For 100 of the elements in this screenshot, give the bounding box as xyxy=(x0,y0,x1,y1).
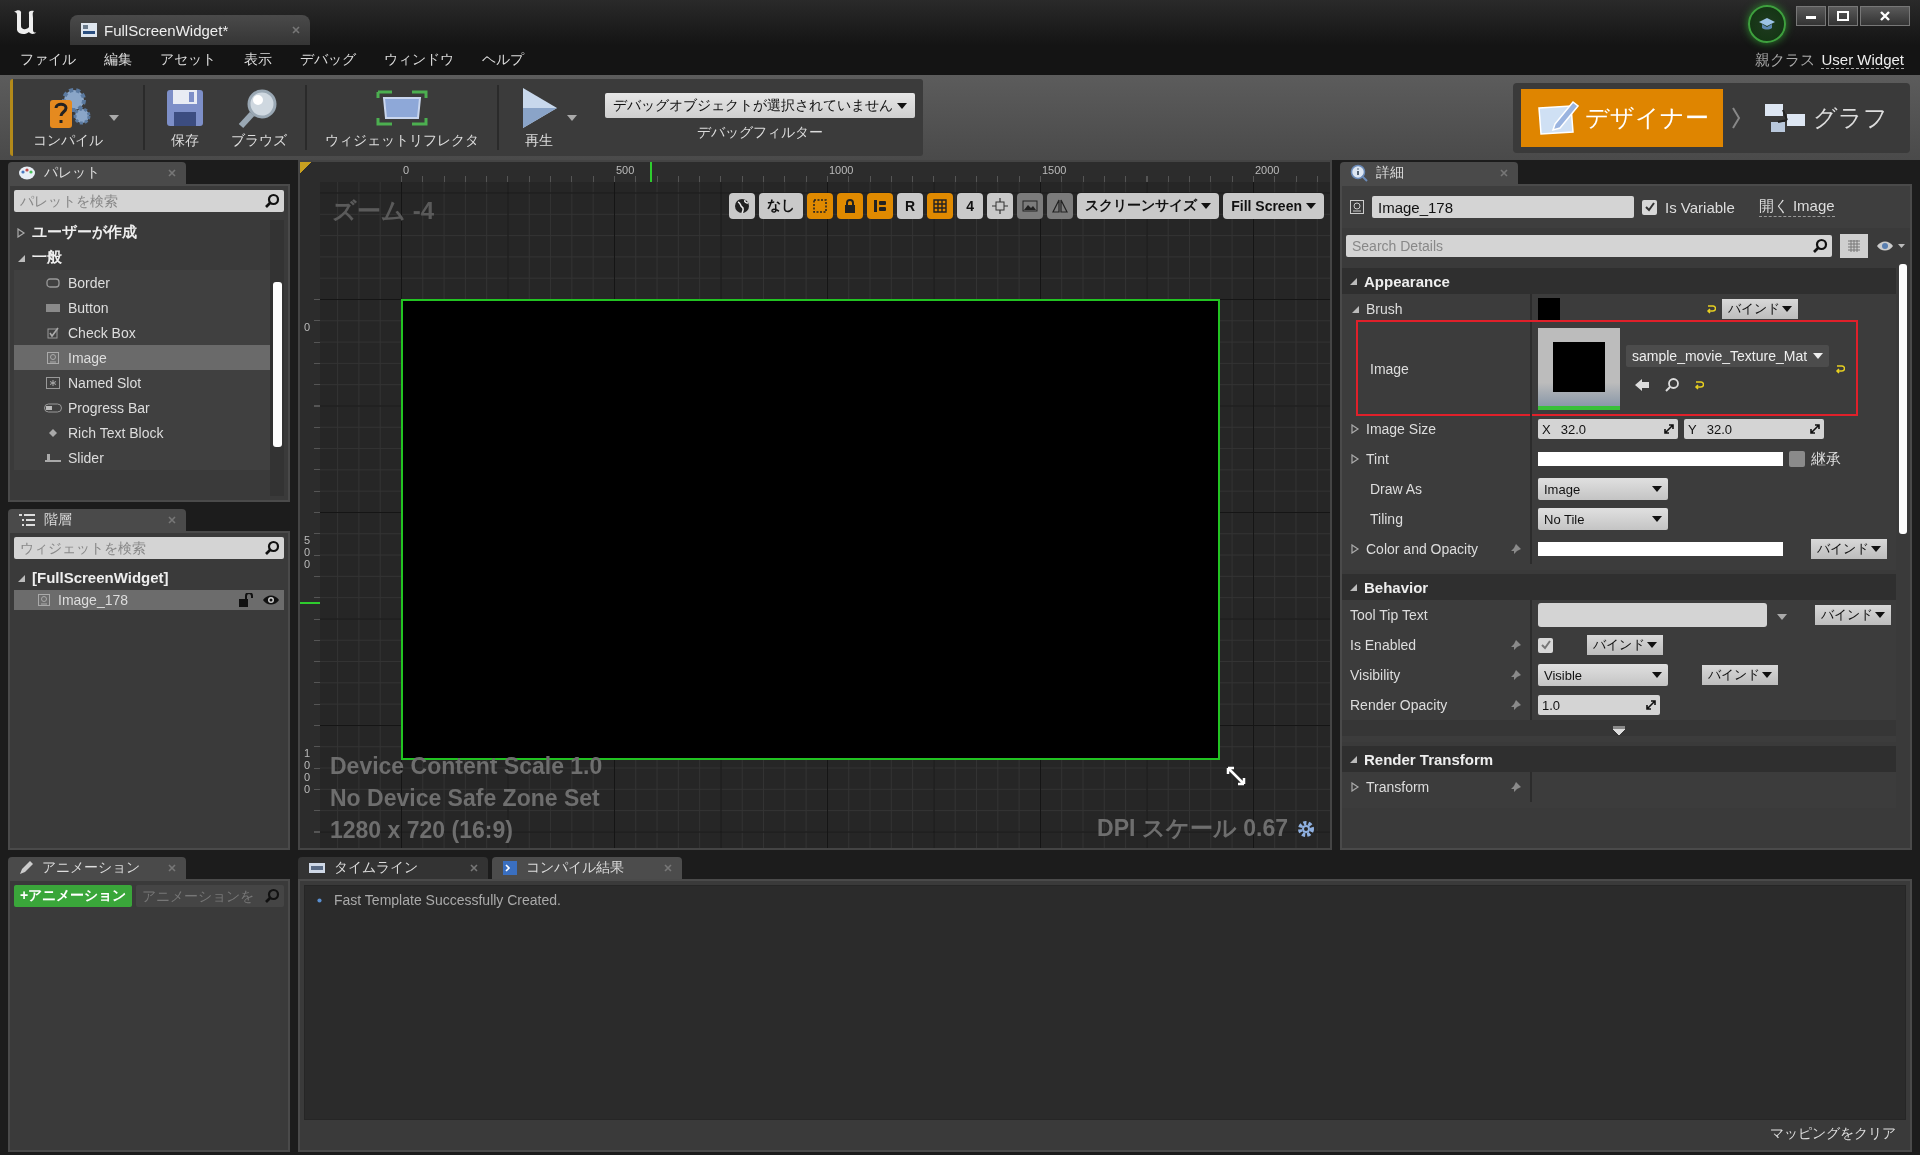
expander-icon[interactable] xyxy=(1350,304,1360,314)
reset-icon[interactable] xyxy=(1694,380,1704,390)
pin-icon[interactable] xyxy=(1510,639,1522,651)
eye-icon[interactable] xyxy=(1876,240,1906,252)
section-header[interactable]: Behavior xyxy=(1342,574,1896,600)
section-header[interactable]: Render Transform xyxy=(1342,746,1896,772)
reset-icon[interactable] xyxy=(1835,364,1846,374)
toolbar-value[interactable]: なし xyxy=(759,193,804,219)
expander-icon[interactable] xyxy=(1350,424,1360,434)
color-swatch[interactable] xyxy=(1538,542,1783,556)
toolbar-button[interactable]: ブラウズ xyxy=(219,79,299,156)
settings-icon[interactable] xyxy=(1296,818,1316,839)
bind-button[interactable]: バインド xyxy=(1722,299,1798,319)
toolbar-value[interactable]: 4 xyxy=(957,193,984,219)
palette-item[interactable]: Border xyxy=(14,270,270,295)
close-button[interactable] xyxy=(1860,6,1910,26)
menu-item[interactable]: ヘルプ xyxy=(468,51,538,69)
debug-object-dropdown[interactable]: デバッグオブジェクトが選択されていません xyxy=(605,93,915,118)
minimize-button[interactable] xyxy=(1796,6,1826,26)
expand-arrows-icon[interactable] xyxy=(1664,424,1674,434)
toolbar-button[interactable]: コンパイル xyxy=(21,79,137,156)
expander-icon[interactable] xyxy=(1348,754,1358,764)
dropdown-button[interactable]: スクリーンサイズ xyxy=(1077,193,1220,219)
panel-tab[interactable]: 階層 xyxy=(8,509,186,531)
open-link[interactable]: 開く Image xyxy=(1758,197,1835,217)
pin-icon[interactable] xyxy=(1510,543,1522,555)
resize-icon[interactable] xyxy=(1226,766,1246,786)
dropdown-button[interactable]: Fill Screen xyxy=(1223,193,1324,219)
expand-arrows-icon[interactable] xyxy=(1646,700,1656,710)
toggle-button[interactable] xyxy=(987,193,1014,219)
panel-tab[interactable]: 詳細 xyxy=(1340,162,1518,184)
palette-item[interactable]: Named Slot xyxy=(14,370,270,395)
search-field[interactable]: Search Details xyxy=(1346,235,1832,257)
tree-item[interactable]: Image_178 xyxy=(14,590,284,610)
color-swatch[interactable] xyxy=(1538,298,1560,320)
arrow-left-icon[interactable] xyxy=(1634,378,1650,392)
document-tab[interactable]: FullScreenWidget* xyxy=(70,15,310,45)
texture-thumbnail[interactable] xyxy=(1538,328,1620,410)
expander-icon[interactable] xyxy=(1348,276,1358,286)
expander-icon[interactable] xyxy=(16,227,26,238)
toggle-button[interactable] xyxy=(837,193,864,219)
toggle-button[interactable] xyxy=(867,193,894,219)
toggle-button[interactable] xyxy=(807,193,834,219)
palette-item[interactable]: Check Box xyxy=(14,320,270,345)
search-field[interactable]: パレットを検索 xyxy=(14,190,284,212)
checkbox[interactable] xyxy=(1538,637,1553,653)
toggle-button[interactable] xyxy=(927,193,954,219)
search-icon[interactable] xyxy=(1664,377,1680,393)
menu-item[interactable]: ファイル xyxy=(6,51,90,69)
number-field[interactable]: Y 32.0 xyxy=(1684,419,1824,439)
menu-item[interactable]: デバッグ xyxy=(286,51,370,69)
palette-item[interactable]: Button xyxy=(14,295,270,320)
mode-tab[interactable]: グラフ xyxy=(1749,88,1902,147)
toolbar-button[interactable]: ウィジェットリフレクタ xyxy=(313,79,491,156)
palette-item[interactable]: Rich Text Block xyxy=(14,420,270,445)
search-field[interactable]: ウィジェットを検索 xyxy=(14,537,284,559)
text-field[interactable] xyxy=(1538,603,1767,627)
toolbar-button[interactable]: 再生 xyxy=(505,79,595,156)
section-header[interactable]: Appearance xyxy=(1342,268,1896,294)
scrollbar-thumb[interactable] xyxy=(1899,264,1907,534)
dropdown[interactable]: No Tile xyxy=(1538,508,1668,530)
menu-item[interactable]: 表示 xyxy=(230,51,286,69)
tutorial-icon[interactable] xyxy=(1748,5,1786,43)
scrollbar-thumb[interactable] xyxy=(272,282,282,447)
panel-tab[interactable]: コンパイル結果 xyxy=(492,857,682,879)
toolbar-button[interactable]: 保存 xyxy=(151,79,219,156)
expander-icon[interactable] xyxy=(1350,544,1360,554)
palette-category[interactable]: ユーザーが作成 xyxy=(14,220,270,245)
expander-icon[interactable] xyxy=(1348,582,1358,592)
pin-icon[interactable] xyxy=(1510,699,1522,711)
color-swatch[interactable] xyxy=(1538,452,1783,466)
bind-button[interactable]: バインド xyxy=(1811,539,1887,559)
number-field[interactable]: 1.0 xyxy=(1538,695,1660,715)
search-icon[interactable] xyxy=(264,540,280,556)
palette-category[interactable]: 一般 xyxy=(14,245,270,270)
pin-icon[interactable] xyxy=(1510,669,1522,681)
bind-button[interactable]: バインド xyxy=(1587,635,1663,655)
search-icon[interactable] xyxy=(264,193,280,209)
design-canvas[interactable] xyxy=(320,182,1330,848)
menu-item[interactable]: ウィンドウ xyxy=(370,51,468,69)
palette-item[interactable]: Progress Bar xyxy=(14,395,270,420)
expander-icon[interactable] xyxy=(1350,782,1360,792)
clear-mapping-button[interactable]: マッピングをクリア xyxy=(1764,1124,1902,1144)
bind-button[interactable]: バインド xyxy=(1702,665,1778,685)
checkbox[interactable] xyxy=(1789,451,1805,467)
search-icon[interactable] xyxy=(1812,238,1828,254)
expand-more-icon[interactable] xyxy=(1612,726,1626,736)
dropdown[interactable]: Image xyxy=(1538,478,1668,500)
reset-icon[interactable] xyxy=(1706,304,1716,314)
toggle-button[interactable] xyxy=(729,193,756,219)
checkbox[interactable] xyxy=(1642,199,1657,215)
expand-arrows-icon[interactable] xyxy=(1810,424,1820,434)
toolbar-value[interactable]: R xyxy=(897,193,924,219)
expander-icon[interactable] xyxy=(1350,454,1360,464)
eye-icon[interactable] xyxy=(262,594,280,606)
menu-item[interactable]: アセット xyxy=(146,51,230,69)
maximize-button[interactable] xyxy=(1828,6,1858,26)
palette-item[interactable]: Slider xyxy=(14,445,270,470)
parent-class-link[interactable]: User Widget xyxy=(1821,51,1904,69)
close-icon[interactable] xyxy=(292,26,300,34)
